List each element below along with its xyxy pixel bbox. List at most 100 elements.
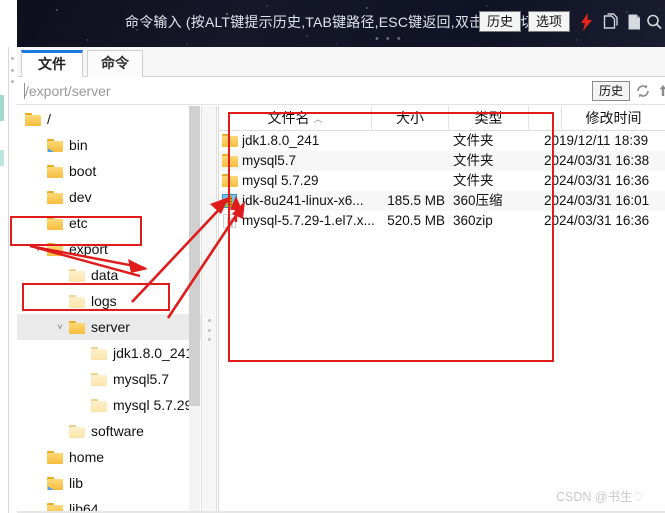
copy-icon[interactable] — [601, 12, 620, 32]
teal-accent-marker — [0, 95, 4, 121]
file-type-cell: 文件夹 — [453, 153, 494, 168]
tree-item-label: boot — [69, 163, 97, 179]
paste-icon[interactable] — [625, 12, 644, 32]
panel-grip-handle[interactable] — [10, 57, 15, 83]
file-name-cell: jdk-8u241-linux-x6... — [242, 193, 364, 208]
folder-icon — [25, 113, 41, 126]
file-type-cell: 文件夹 — [453, 173, 494, 188]
tab-files[interactable]: 文件 — [21, 50, 83, 77]
tree-item-server[interactable]: ˅ server — [17, 314, 203, 340]
teal-accent-marker-secondary — [0, 150, 4, 166]
archive-360zip-icon — [222, 194, 238, 208]
splitter-dot — [208, 319, 211, 322]
file-row[interactable]: mysql-5.7.29-1.el7.x... 520.5 MB 360zip 202… — [219, 211, 665, 231]
tree-item-boot[interactable]: boot — [17, 158, 203, 184]
folder-icon — [69, 425, 85, 438]
splitter-dot — [208, 338, 211, 341]
tree-item-software[interactable]: software — [17, 418, 203, 444]
tree-scrollbar-thumb[interactable] — [189, 106, 200, 406]
panel-splitter[interactable] — [201, 106, 217, 513]
tree-item-label: lib — [69, 475, 84, 491]
topbar-history-button[interactable]: 历史 — [479, 11, 521, 32]
folder-icon — [91, 399, 107, 412]
file-type-cell: 360zip — [453, 213, 493, 228]
topbar-options-button[interactable]: 选项 — [528, 11, 570, 32]
tree-item-label: logs — [91, 293, 117, 309]
file-size-cell: 520.5 MB — [387, 213, 445, 228]
bolt-icon[interactable] — [577, 12, 596, 32]
tab-commands[interactable]: 命令 — [87, 50, 143, 77]
refresh-icon[interactable] — [635, 83, 651, 99]
left-edge-divider — [8, 47, 9, 513]
tree-item-label: server — [91, 319, 130, 335]
tree-item-label: dev — [69, 189, 92, 205]
tree-item-etc[interactable]: etc — [17, 210, 203, 236]
folder-icon — [91, 347, 107, 360]
file-list-panel[interactable]: 文件名 ︿ 大小 类型 修改时间 jdk1.8.0_241 文件夹 2019/12/1… — [218, 106, 665, 513]
tree-item-jdk1.8.0_241[interactable]: jdk1.8.0_241 — [17, 340, 203, 366]
folder-icon — [47, 217, 63, 230]
file-row[interactable]: jdk-8u241-linux-x6... 185.5 MB 360压缩 2024/0… — [219, 191, 665, 211]
grip-dot — [11, 80, 14, 83]
path-history-button[interactable]: 历史 — [592, 81, 630, 101]
file-modified-time-cell: 2024/03/31 16:36 — [544, 173, 650, 188]
panel-tab-bar: 文件 命令 — [17, 47, 665, 77]
folder-icon — [91, 373, 107, 386]
tree-expand-chevron-icon[interactable]: ˅ — [31, 236, 45, 262]
file-list-body[interactable]: jdk1.8.0_241 文件夹 2019/12/11 18:39 mysql5.7 文… — [219, 131, 665, 231]
column-header-modified-time[interactable]: 修改时间 — [562, 106, 665, 130]
csdn-watermark: CSDN @书生♡ — [556, 490, 644, 504]
tree-item-label: export — [69, 241, 108, 257]
column-header-type[interactable]: 类型 — [449, 106, 529, 130]
path-input[interactable] — [17, 80, 557, 102]
tree-item-lib[interactable]: lib — [17, 470, 203, 496]
column-header-spacer[interactable] — [529, 106, 562, 130]
tree-item-/[interactable]: / — [17, 106, 203, 132]
tree-item-label: software — [91, 423, 144, 439]
folder-icon — [47, 165, 63, 178]
tree-item-label: mysql 5.7.29 — [113, 397, 193, 413]
file-size-cell: 185.5 MB — [387, 193, 445, 208]
file-modified-time-cell: 2019/12/11 18:39 — [544, 133, 649, 148]
command-input-bar[interactable]: 命令输入 (按ALT键提示历史,TAB键路径,ESC键返回,双击CTRL切换) … — [17, 0, 665, 47]
folder-icon — [47, 477, 63, 490]
tree-expand-chevron-icon[interactable]: ˅ — [53, 314, 67, 340]
tree-item-home[interactable]: home — [17, 444, 203, 470]
tree-item-label: etc — [69, 215, 88, 231]
splitter-dot — [208, 328, 211, 332]
grip-dot — [11, 57, 14, 60]
tree-item-data[interactable]: data — [17, 262, 203, 288]
column-header-size[interactable]: 大小 — [372, 106, 449, 130]
tree-item-dev[interactable]: dev — [17, 184, 203, 210]
file-row[interactable]: mysql5.7 文件夹 2024/03/31 16:38 — [219, 151, 665, 171]
folder-icon — [47, 191, 63, 204]
folder-icon — [47, 451, 63, 464]
file-name-cell: mysql 5.7.29 — [242, 173, 319, 188]
folder-icon — [222, 134, 238, 148]
directory-tree[interactable]: / bin boot dev etc ˅ export data logs ˅ server jdk1… — [17, 106, 203, 513]
upload-icon[interactable] — [655, 83, 665, 99]
tree-item-logs[interactable]: logs — [17, 288, 203, 314]
search-icon[interactable] — [645, 12, 664, 32]
folder-icon — [69, 295, 85, 308]
folder-icon — [47, 243, 63, 256]
tree-item-bin[interactable]: bin — [17, 132, 203, 158]
file-modified-time-cell: 2024/03/31 16:38 — [544, 153, 650, 168]
tree-item-label: bin — [69, 137, 88, 153]
tree-item-label: home — [69, 449, 105, 465]
topbar-resize-dots: • • • — [375, 33, 403, 45]
splitter-grip — [208, 319, 212, 341]
file-name-cell: jdk1.8.0_241 — [242, 133, 320, 148]
file-row[interactable]: jdk1.8.0_241 文件夹 2019/12/11 18:39 — [219, 131, 665, 151]
tree-item-mysql 5.7.29[interactable]: mysql 5.7.29 — [17, 392, 203, 418]
tree-item-mysql5.7[interactable]: mysql5.7 — [17, 366, 203, 392]
tree-item-label: jdk1.8.0_241 — [113, 345, 194, 361]
file-row[interactable]: mysql 5.7.29 文件夹 2024/03/31 16:36 — [219, 171, 665, 191]
folder-icon — [222, 174, 238, 188]
folder-icon — [47, 139, 63, 152]
path-bar: 历史 — [17, 78, 665, 105]
tree-item-export[interactable]: ˅ export — [17, 236, 203, 262]
file-modified-time-cell: 2024/03/31 16:01 — [544, 193, 650, 208]
column-header-filename[interactable]: 文件名 ︿ — [219, 106, 372, 130]
file-type-cell: 360压缩 — [453, 193, 503, 208]
